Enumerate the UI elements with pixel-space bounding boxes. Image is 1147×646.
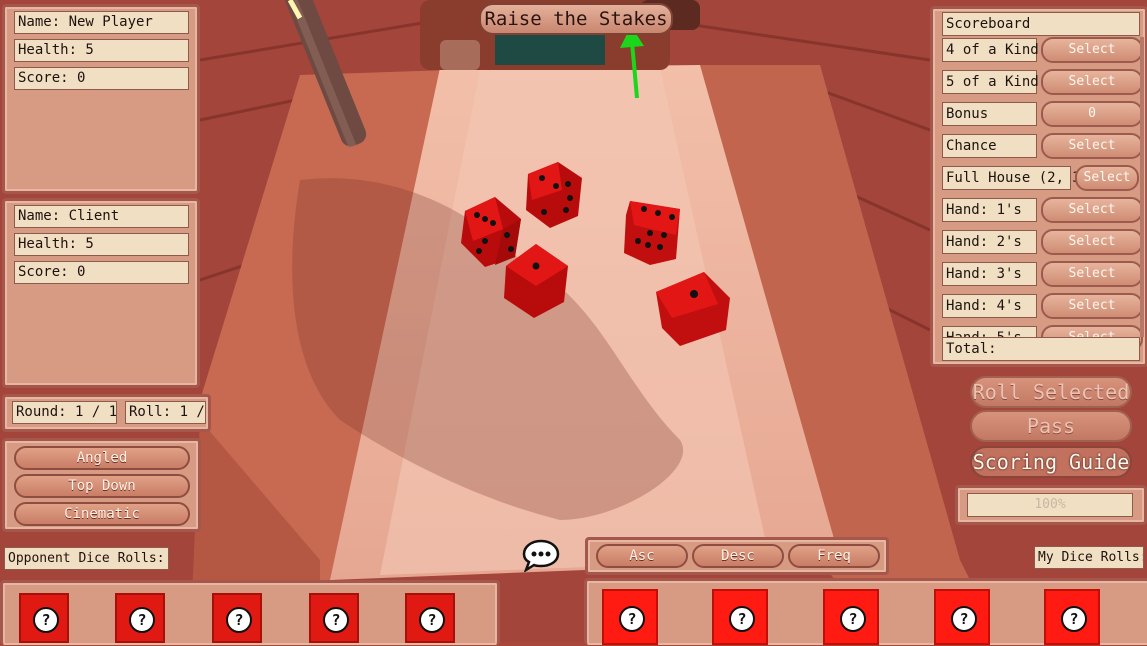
sort-freq-button[interactable]: Freq	[788, 544, 880, 568]
select-hand-4s-button[interactable]: Select	[1041, 293, 1143, 319]
progress-panel: 100%	[955, 485, 1147, 525]
unknown-die-icon: ?	[419, 607, 445, 633]
player-score: Score: 0	[14, 67, 189, 90]
unknown-die-icon: ?	[323, 607, 349, 633]
score-label-5-of-a-kind: 5 of a Kind	[942, 70, 1039, 94]
my-dice-tray: ? ? ? ? ?	[584, 578, 1147, 645]
bonus-value: 0	[1041, 101, 1143, 127]
opponent-die-4: ?	[309, 593, 359, 643]
score-label-hand-4s: Hand: 4's	[942, 294, 1037, 318]
select-hand-3s-button[interactable]: Select	[1041, 261, 1143, 287]
table-die	[526, 162, 582, 228]
roll-counter: Roll: 1 / 3	[125, 401, 206, 424]
my-die-5[interactable]: ?	[1044, 589, 1100, 645]
pass-button[interactable]: Pass	[970, 410, 1132, 442]
score-label-chance: Chance	[942, 134, 1037, 158]
round-panel: Round: 1 / 13 Roll: 1 / 3	[2, 394, 211, 432]
table-die	[624, 201, 680, 265]
client-health: Health: 5	[14, 233, 189, 256]
score-label-full-house: Full House (2, 3)	[942, 166, 1089, 190]
sort-panel: Asc Desc Freq	[585, 537, 889, 575]
player-health: Health: 5	[14, 39, 189, 62]
player-name: Name: New Player	[14, 11, 189, 34]
progress-track: 100%	[967, 493, 1133, 517]
score-label-hand-2s: Hand: 2's	[942, 230, 1037, 254]
opponent-dice-label: Opponent Dice Rolls:	[4, 547, 169, 570]
score-label-bonus: Bonus	[942, 102, 1037, 126]
unknown-die-icon: ?	[33, 607, 59, 633]
opponent-die-2: ?	[115, 593, 165, 643]
title-banner: Raise the Stakes	[479, 3, 673, 35]
unknown-die-icon: ?	[729, 606, 755, 632]
my-die-3[interactable]: ?	[823, 589, 879, 645]
unknown-die-icon: ?	[1061, 606, 1087, 632]
chat-icon[interactable]	[521, 538, 561, 572]
opponent-die-1: ?	[19, 593, 69, 643]
unknown-die-icon: ?	[129, 607, 155, 633]
my-die-2[interactable]: ?	[712, 589, 768, 645]
sort-desc-button[interactable]: Desc	[692, 544, 784, 568]
opponent-die-3: ?	[212, 593, 262, 643]
client-panel: Name: Client Health: 5 Score: 0	[2, 198, 200, 388]
camera-angled-button[interactable]: Angled	[14, 446, 190, 470]
unknown-die-icon: ?	[619, 606, 645, 632]
opponent-die-5: ?	[405, 593, 455, 643]
opponent-dice-tray: ? ? ? ? ?	[0, 580, 500, 645]
select-hand-2s-button[interactable]: Select	[1041, 229, 1143, 255]
select-5-of-a-kind-button[interactable]: Select	[1041, 69, 1143, 95]
unknown-die-icon: ?	[226, 607, 252, 633]
my-die-4[interactable]: ?	[934, 589, 990, 645]
sort-asc-button[interactable]: Asc	[596, 544, 688, 568]
progress-label: 100%	[1034, 497, 1066, 512]
scoreboard-scrollbar[interactable]	[1140, 37, 1144, 337]
my-dice-label: My Dice Rolls:	[1034, 546, 1144, 569]
score-label-4-of-a-kind: 4 of a Kind	[942, 38, 1039, 62]
unknown-die-icon: ?	[951, 606, 977, 632]
camera-panel: Angled Top Down Cinematic	[2, 438, 201, 532]
score-total: Total:	[942, 337, 1140, 361]
select-4-of-a-kind-button[interactable]: Select	[1041, 37, 1143, 63]
player-panel: Name: New Player Health: 5 Score: 0	[2, 4, 200, 194]
table-die	[504, 244, 568, 318]
client-name: Name: Client	[14, 205, 189, 228]
roll-selected-button[interactable]: Roll Selected	[970, 376, 1132, 408]
client-score: Score: 0	[14, 261, 189, 284]
camera-cinematic-button[interactable]: Cinematic	[14, 502, 190, 526]
select-chance-button[interactable]: Select	[1041, 133, 1143, 159]
score-label-hand-3s: Hand: 3's	[942, 262, 1037, 286]
round-counter: Round: 1 / 13	[12, 401, 117, 424]
scoreboard-title: Scoreboard	[942, 12, 1140, 36]
select-full-house-button[interactable]: Select	[1075, 165, 1139, 191]
scoreboard-panel: Scoreboard 4 of a Kind Select 5 of a Kin…	[930, 6, 1147, 367]
score-label-hand-1s: Hand: 1's	[942, 198, 1037, 222]
unknown-die-icon: ?	[840, 606, 866, 632]
camera-topdown-button[interactable]: Top Down	[14, 474, 190, 498]
table-die	[656, 272, 730, 346]
scoring-guide-button[interactable]: Scoring Guide	[970, 446, 1132, 478]
page-title: Raise the Stakes	[484, 8, 668, 30]
select-hand-1s-button[interactable]: Select	[1041, 197, 1143, 223]
my-die-1[interactable]: ?	[602, 589, 658, 645]
